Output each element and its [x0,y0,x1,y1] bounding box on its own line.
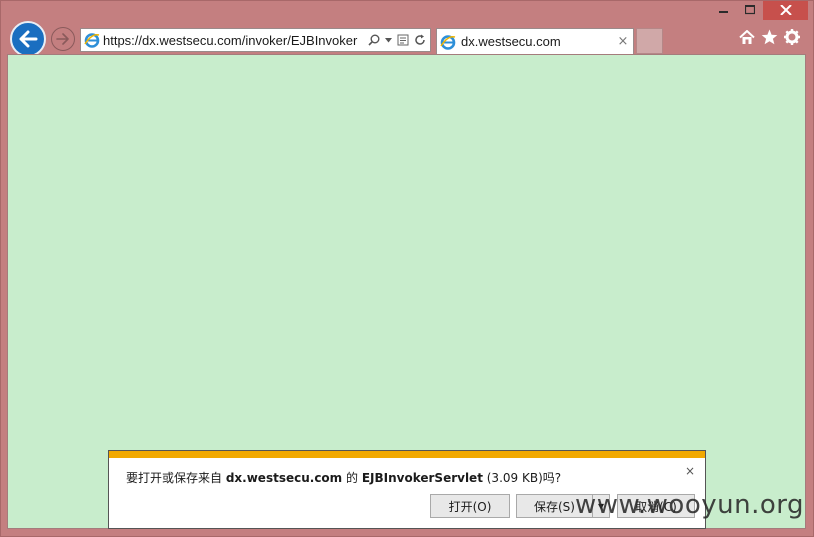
download-filename: EJBInvokerServlet [361,471,483,485]
command-icons [739,29,800,45]
star-icon[interactable] [761,29,778,45]
notification-accent-stripe [109,451,705,458]
message-prefix: 要打开或保存来自 [126,471,226,485]
compatibility-view-icon[interactable] [397,34,409,46]
ie-logo-icon [81,32,103,48]
home-icon[interactable] [739,29,755,45]
back-arrow-icon [19,30,38,48]
address-url[interactable]: https://dx.westsecu.com/invoker/EJBInvok… [103,33,368,48]
maximize-icon [745,5,755,15]
address-bar[interactable]: https://dx.westsecu.com/invoker/EJBInvok… [80,28,431,52]
message-suffix: (3.09 KB)吗? [482,471,562,485]
open-button[interactable]: 打开(O) [430,494,510,518]
tab-close-button[interactable]: × [613,34,633,49]
notification-close-button[interactable]: × [685,464,695,478]
close-icon [779,5,792,15]
caption-buttons [711,0,808,20]
tab-title: dx.westsecu.com [461,34,561,49]
forward-button[interactable] [51,27,75,51]
close-window-button[interactable] [763,0,808,20]
dropdown-arrow-icon[interactable] [385,37,392,43]
forward-arrow-icon [56,33,69,45]
refresh-icon[interactable] [414,34,426,46]
ie-logo-icon [437,34,459,50]
message-middle: 的 [342,471,362,485]
gear-icon[interactable] [784,29,800,45]
download-message: 要打开或保存来自 dx.westsecu.com 的 EJBInvokerSer… [126,469,561,486]
browser-window: https://dx.westsecu.com/invoker/EJBInvok… [0,0,814,537]
tab-active[interactable]: dx.westsecu.com × [436,28,634,54]
download-site: dx.westsecu.com [225,471,343,485]
watermark: www.wooyun.org [574,490,804,520]
minimize-icon [719,11,728,13]
back-button[interactable] [10,21,46,57]
maximize-button[interactable] [737,0,763,20]
new-tab-button[interactable] [636,28,663,54]
search-icon[interactable] [368,34,380,46]
minimize-button[interactable] [711,0,737,20]
address-tools [368,34,430,46]
